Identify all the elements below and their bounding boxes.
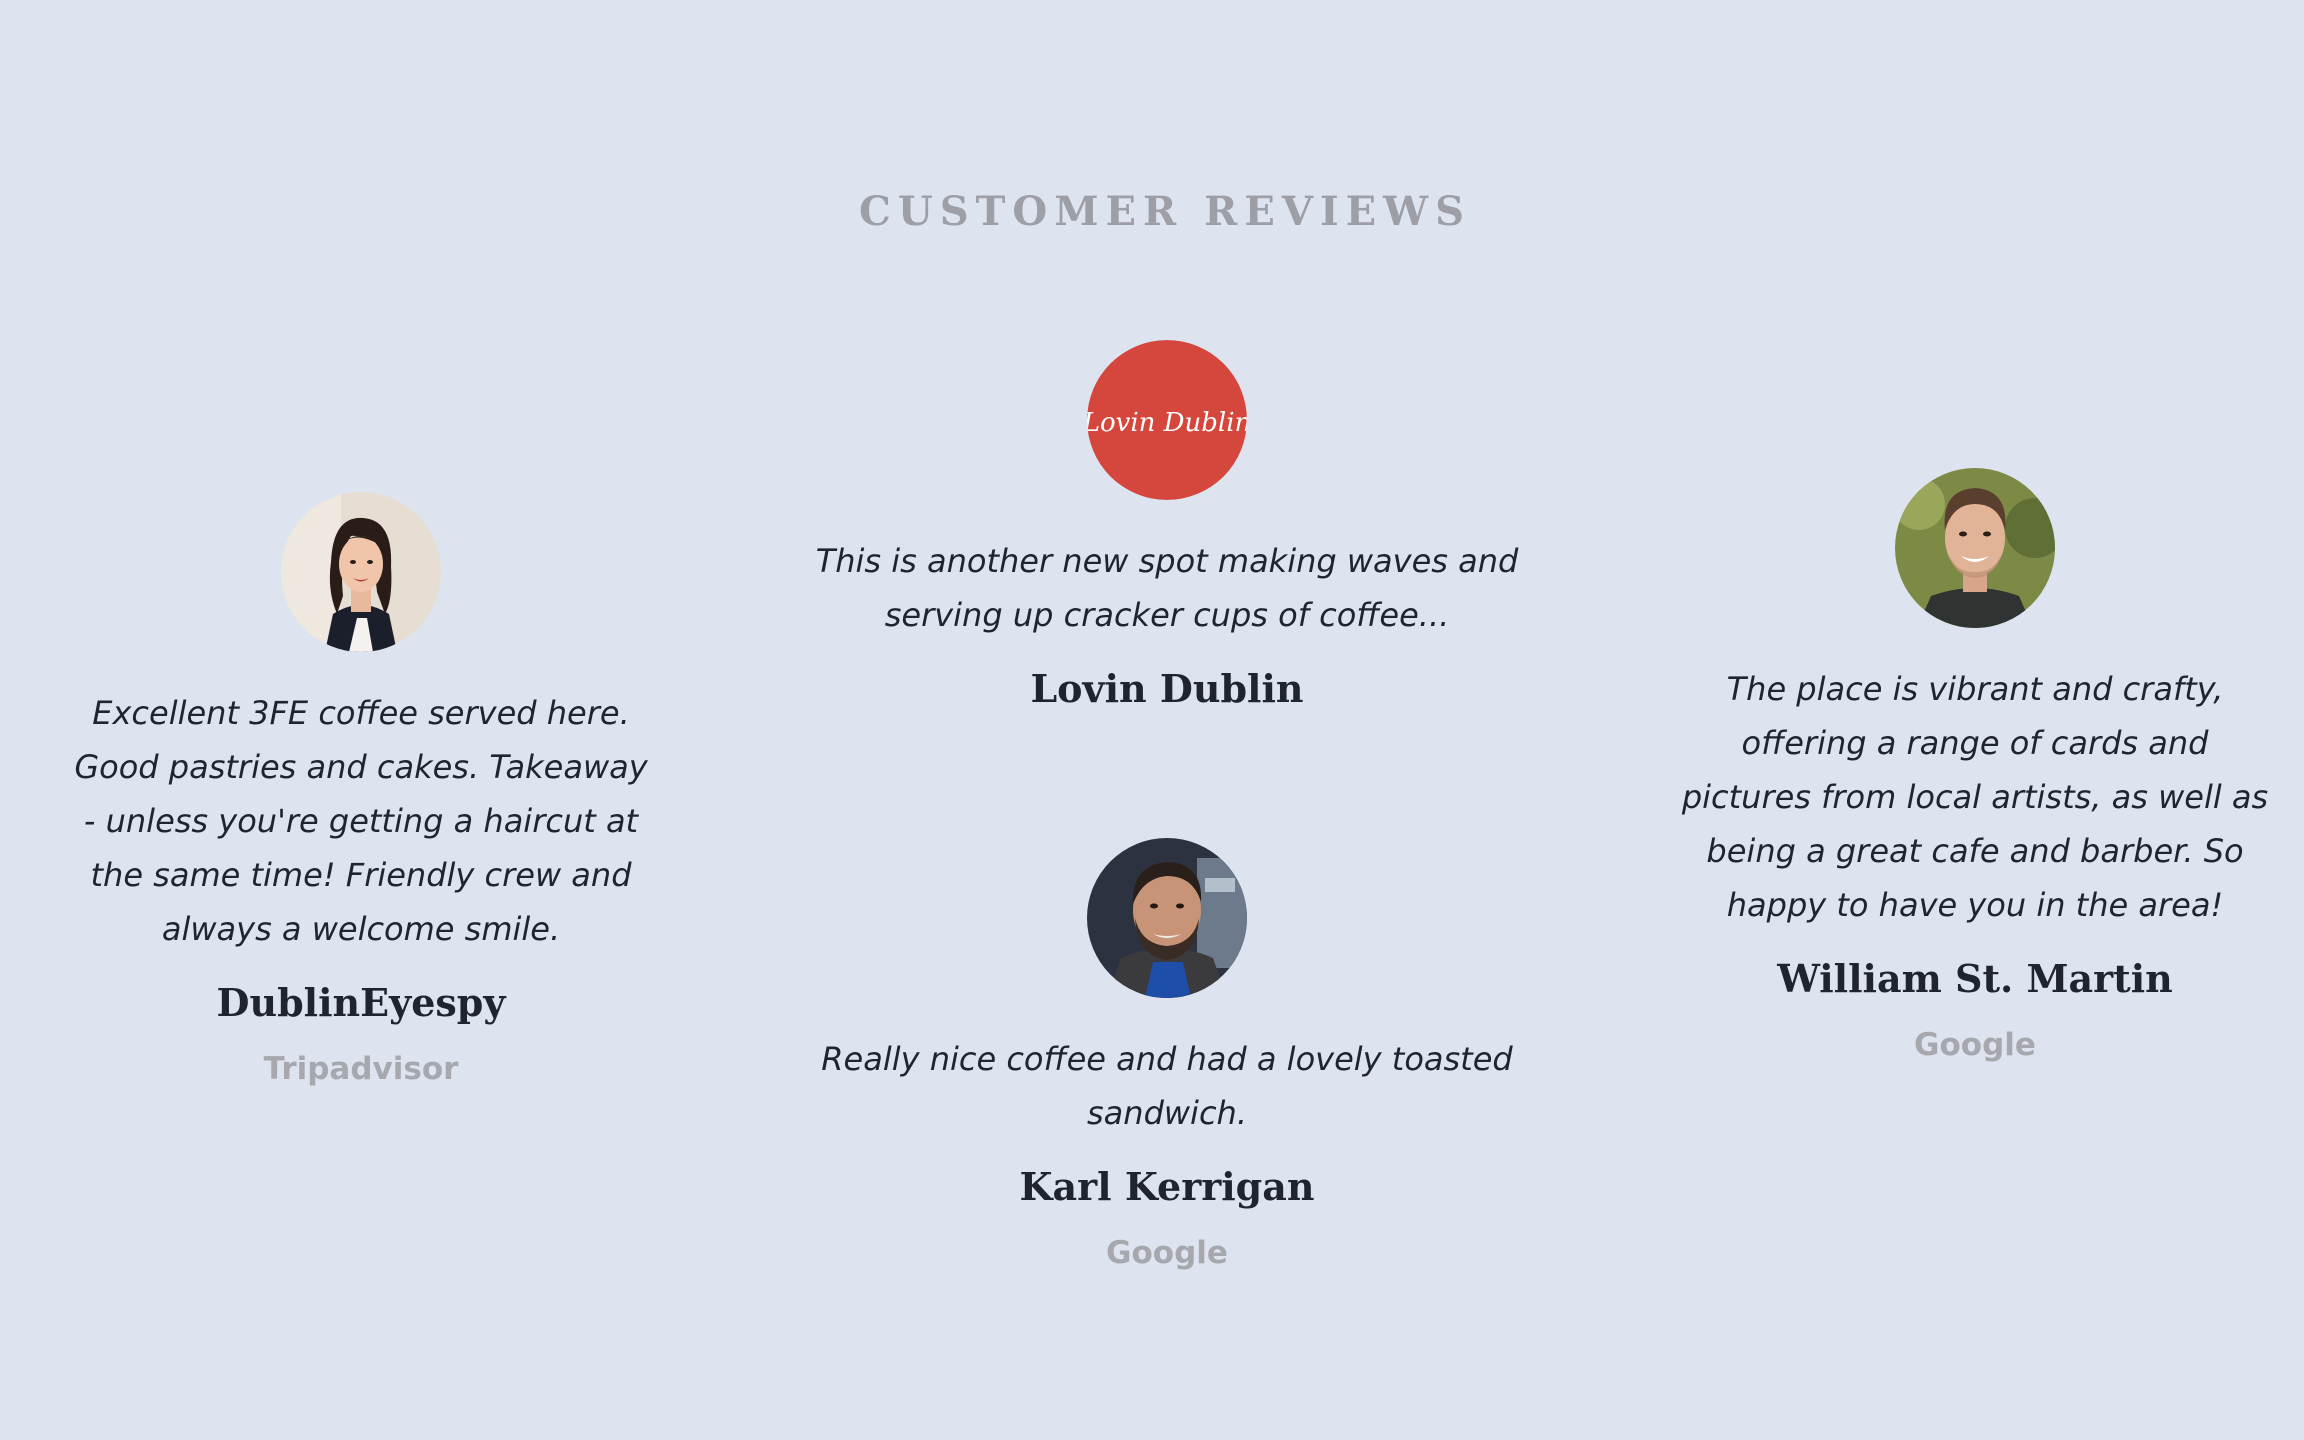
review-quote: The place is vibrant and crafty, offerin… xyxy=(1681,670,2269,924)
review-author: Karl Kerrigan xyxy=(1019,1164,1315,1209)
reviewer-avatar xyxy=(281,492,441,652)
review-author: Lovin Dublin xyxy=(1030,666,1304,711)
review-card-william-st-martin: The place is vibrant and crafty, offerin… xyxy=(1680,468,2270,1063)
review-source: Tripadvisor xyxy=(263,1051,459,1087)
review-source: Google xyxy=(1914,1027,2036,1063)
woman-portrait-avatar xyxy=(281,492,441,652)
reviewer-avatar xyxy=(1895,468,2055,628)
review-card-lovin-dublin: Lovin Dublin This is another new spot ma… xyxy=(802,340,1532,711)
reviewer-avatar: Lovin Dublin xyxy=(1087,340,1247,500)
review-quote: Really nice coffee and had a lovely toas… xyxy=(821,1040,1513,1132)
man-portrait-avatar xyxy=(1895,468,2055,628)
review-quote: Excellent 3FE coffee served here. Good p… xyxy=(74,694,648,948)
reviewer-avatar xyxy=(1087,838,1247,998)
review-card-karl-kerrigan: Really nice coffee and had a lovely toas… xyxy=(802,838,1532,1271)
logo-text: Lovin Dublin xyxy=(1087,408,1247,438)
review-source: Google xyxy=(1106,1235,1228,1271)
section-title: CUSTOMER REVIEWS xyxy=(859,188,1471,235)
review-quote: This is another new spot making waves an… xyxy=(815,542,1519,634)
lovin-dublin-logo: Lovin Dublin xyxy=(1087,340,1247,500)
man-bearded-portrait-avatar xyxy=(1087,838,1247,998)
review-author: William St. Martin xyxy=(1777,956,2173,1001)
review-author: DublinEyespy xyxy=(216,980,506,1025)
review-card-dublineyespy: Excellent 3FE coffee served here. Good p… xyxy=(66,492,656,1087)
